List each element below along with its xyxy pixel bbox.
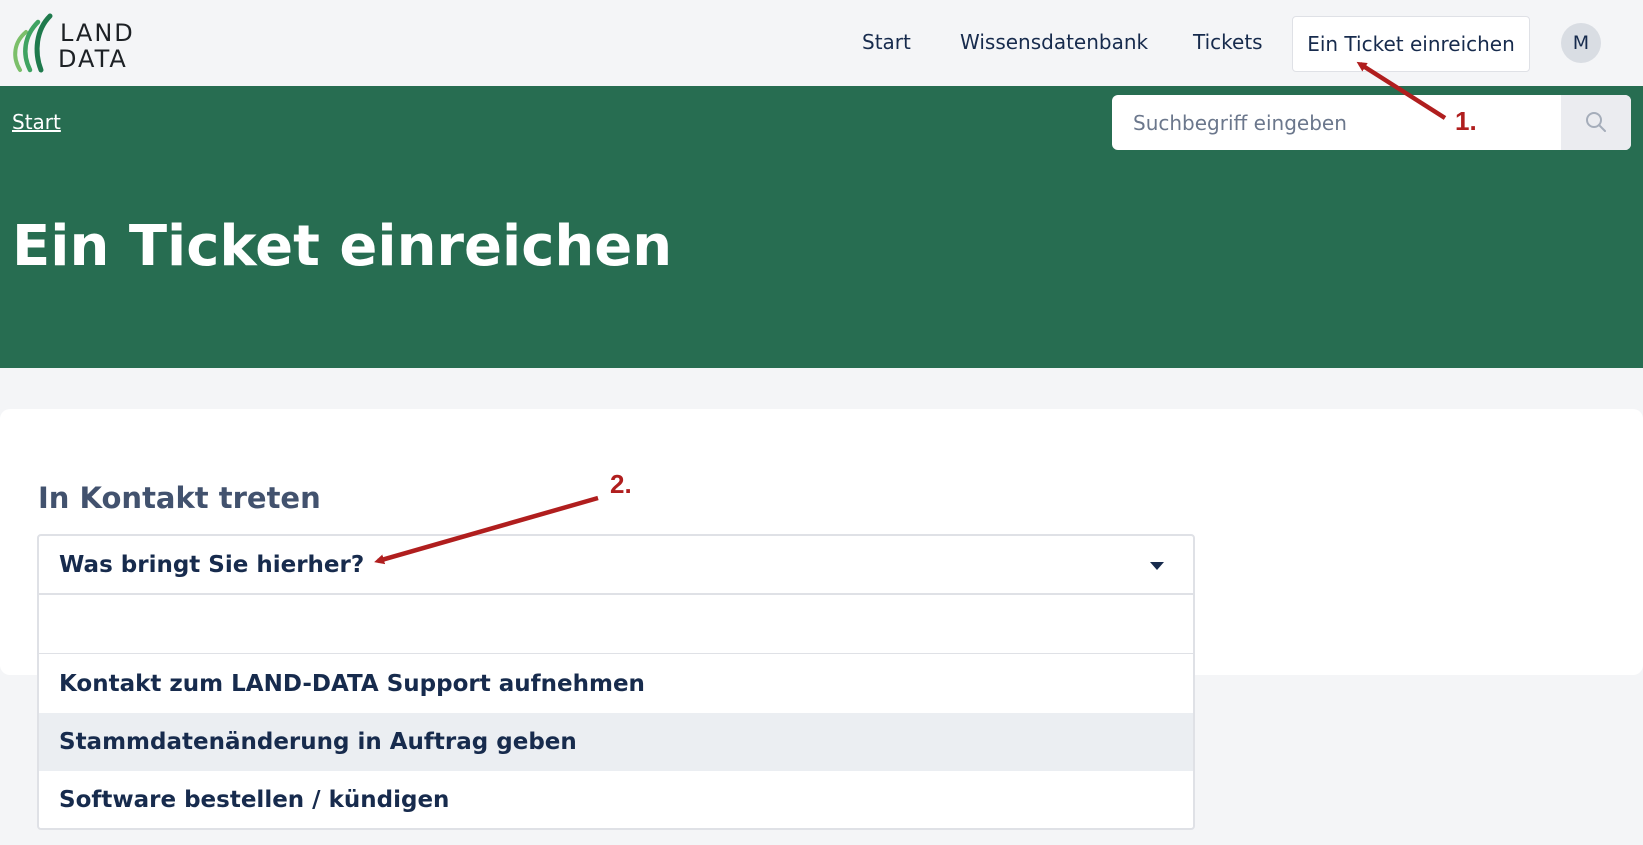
annotation-step-2: 2. [610,469,632,499]
chevron-down-icon [1150,562,1164,570]
top-header: LAND DATA Start Wissensdatenbank Tickets… [0,0,1643,86]
logo-text-line1: LAND [60,19,135,47]
dropdown-filter [39,595,1193,654]
dropdown-option-support[interactable]: Kontakt zum LAND-DATA Support aufnehmen [39,655,1193,713]
land-data-logo[interactable]: LAND DATA [10,12,150,76]
breadcrumb-start-link[interactable]: Start [12,110,61,134]
logo-swoosh-icon [13,13,53,73]
nav-start-link[interactable]: Start [862,28,911,56]
section-title: In Kontakt treten [38,481,321,515]
logo-text-line2: DATA [58,45,128,73]
annotation-step-1: 1. [1455,106,1477,136]
submit-ticket-button[interactable]: Ein Ticket einreichen [1292,16,1530,72]
dropdown-selected-label: Was bringt Sie hierher? [59,552,365,578]
search-input[interactable] [1112,95,1561,150]
search-button[interactable] [1561,95,1631,150]
page-title: Ein Ticket einreichen [12,214,673,279]
dropdown-option-master-data[interactable]: Stammdatenänderung in Auftrag geben [39,713,1193,771]
nav-tickets-link[interactable]: Tickets [1193,28,1263,56]
request-type-dropdown: Was bringt Sie hierher? Kontakt zum LAND… [37,534,1195,830]
search-icon [1586,112,1606,132]
hero-banner: Start Ein Ticket einreichen [0,86,1643,368]
user-avatar[interactable]: M [1561,23,1601,63]
dropdown-filter-input[interactable] [39,595,1193,653]
search-bar [1112,95,1631,150]
dropdown-option-software[interactable]: Software bestellen / kündigen [39,771,1193,828]
request-type-select[interactable]: Was bringt Sie hierher? [39,536,1193,595]
nav-knowledge-base-link[interactable]: Wissensdatenbank [960,28,1148,56]
